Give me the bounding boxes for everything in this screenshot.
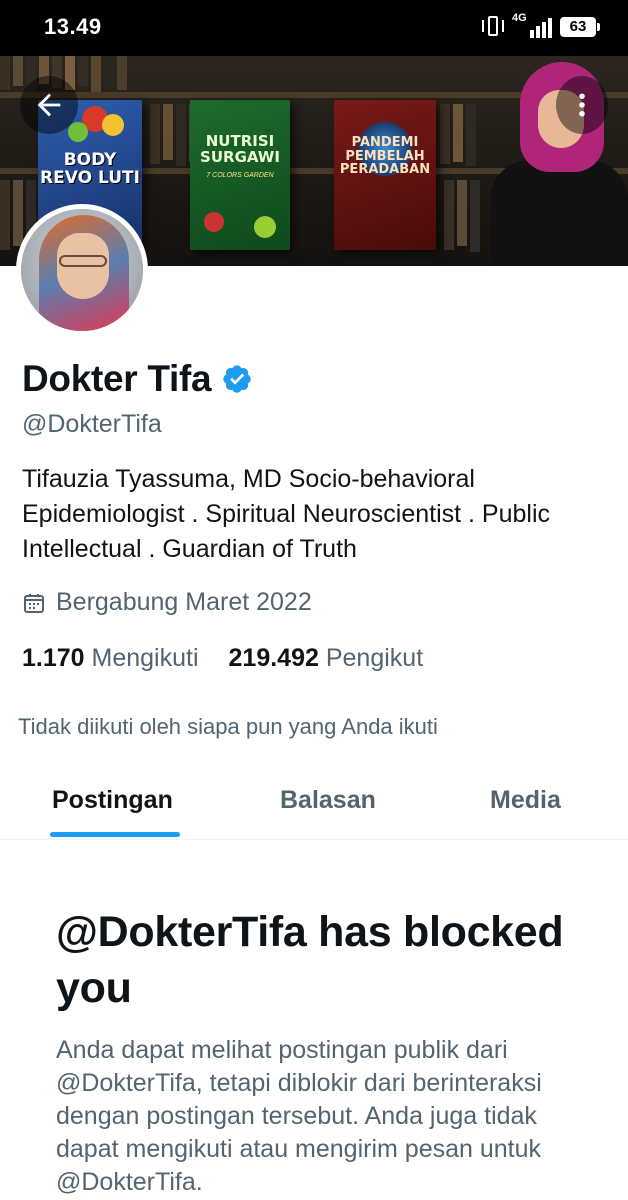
bookshelf-middle-right <box>440 104 476 166</box>
display-name: Dokter Tifa <box>22 358 253 400</box>
vibrate-icon <box>482 14 504 40</box>
tab-media[interactable]: Media <box>490 786 561 815</box>
joined-text: Bergabung Maret 2022 <box>56 588 312 616</box>
book-title: PANDEMI PEMBELAH PERADABAN <box>339 135 431 178</box>
status-icons: 4G 63 <box>482 12 600 40</box>
profile-stats: 1.170 Mengikuti 219.492 Pengikut <box>22 644 423 673</box>
network-label: 4G <box>512 12 527 24</box>
profile-tabs: Postingan Balasan Media <box>0 770 628 840</box>
more-options-button[interactable] <box>556 76 608 134</box>
followers-link[interactable]: 219.492 Pengikut <box>229 644 424 673</box>
following-label: Mengikuti <box>91 644 199 672</box>
verified-badge-icon[interactable] <box>221 363 253 395</box>
avatar[interactable] <box>16 204 148 336</box>
active-tab-indicator <box>50 832 180 837</box>
blocked-description: Anda dapat melihat postingan publik dari… <box>56 1036 542 1196</box>
followers-count: 219.492 <box>228 644 319 672</box>
arrow-left-icon <box>37 93 61 117</box>
book-cover-pandemi-pembelah-peradaban: PANDEMI PEMBELAH PERADABAN <box>334 100 436 250</box>
back-button[interactable] <box>20 76 78 134</box>
book-title: NUTRISI SURGAWI <box>200 132 280 166</box>
book-cover-nutrisi-surgawi: NUTRISI SURGAWI 7 COLORS GARDEN <box>190 100 290 250</box>
followed-by-note: Tidak diikuti oleh siapa pun yang Anda i… <box>18 714 438 739</box>
tab-balasan[interactable]: Balasan <box>280 786 376 815</box>
profile-bio: Tifauzia Tyassuma, MD Socio-behavioral E… <box>22 465 551 563</box>
battery-icon: 63 <box>560 17 600 37</box>
status-time: 13.49 <box>44 14 102 39</box>
joined-date: Bergabung Maret 2022 <box>22 588 312 617</box>
calendar-icon <box>24 593 44 613</box>
book-subtitle: 7 COLORS GARDEN <box>206 172 274 179</box>
following-link[interactable]: 1.170 Mengikuti <box>22 644 199 673</box>
banner-portrait <box>480 60 628 266</box>
bookshelf-bottom-right <box>444 180 480 252</box>
profile-handle: @DokterTifa <box>22 410 162 438</box>
status-bar: 13.49 4G 63 <box>0 0 628 56</box>
tab-postingan[interactable]: Postingan <box>52 786 173 815</box>
display-name-text: Dokter Tifa <box>22 358 212 399</box>
more-vertical-icon <box>579 93 585 117</box>
followers-label: Pengikut <box>325 644 424 672</box>
signal-icon: 4G <box>512 12 552 40</box>
book-title: BODY REVO LUTI <box>40 150 140 188</box>
following-count: 1.170 <box>22 644 85 672</box>
blocked-title: @DokterTifa has blocked you <box>56 908 564 1012</box>
